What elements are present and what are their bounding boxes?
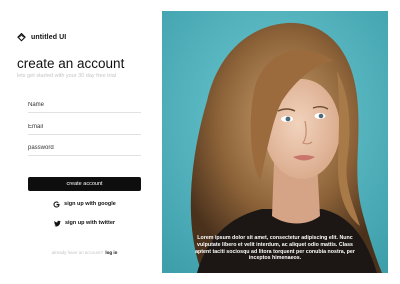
layers-logo-icon [17,33,26,42]
login-prompt-text: already have an account? [51,250,104,255]
google-icon [53,200,60,208]
twitter-icon [53,220,61,226]
hero-portrait-image [162,11,388,273]
create-account-button[interactable]: create account [28,177,141,191]
twitter-signup-button[interactable]: sign up with twitter [28,217,141,229]
name-input[interactable] [28,98,141,113]
login-link[interactable]: log in [105,250,117,255]
brand-logo[interactable]: untitled UI [17,33,66,42]
page-title: create an account [17,56,125,71]
google-signup-button[interactable]: sign up with google [28,198,141,210]
page-subtitle: lets get started with your 30 day free t… [17,73,117,79]
email-input[interactable] [28,120,141,135]
password-input[interactable] [28,141,141,156]
signup-panel: untitled UI create an account lets get s… [0,0,160,284]
twitter-signup-label: sign up with twitter [64,220,116,226]
google-signup-label: sign up with google [64,201,116,207]
login-prompt: already have an account? log in [28,250,141,255]
hero-caption: Lorem ipsum dolor sit amet, consectetur … [195,235,355,262]
brand-name: untitled UI [31,34,67,41]
hero-image-panel: Lorem ipsum dolor sit amet, consectetur … [162,11,388,273]
